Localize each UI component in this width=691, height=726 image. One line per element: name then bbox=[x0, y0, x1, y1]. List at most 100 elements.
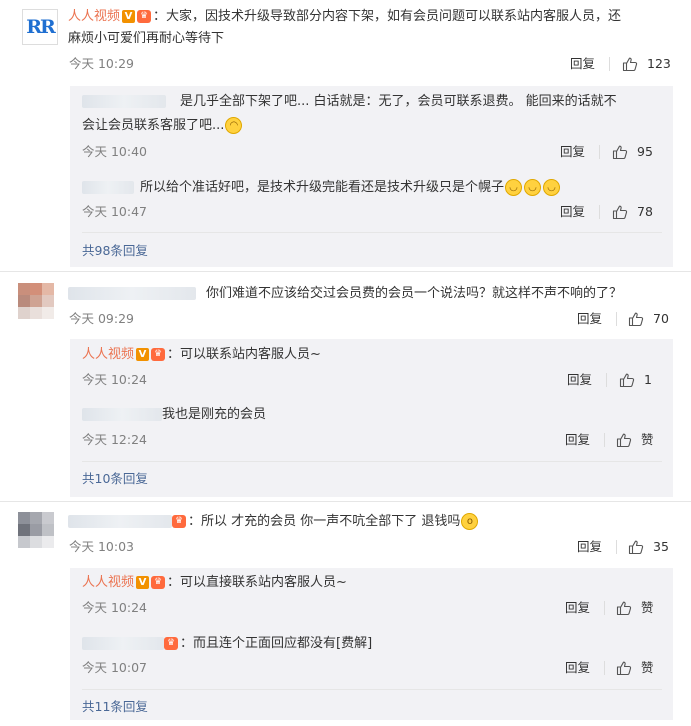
divider bbox=[606, 373, 607, 387]
logo-text: RR bbox=[26, 16, 56, 38]
divider bbox=[599, 205, 600, 219]
smile-emoji-icon: ◡ bbox=[524, 179, 542, 196]
reply-thread bbox=[70, 86, 673, 267]
reply-text: 是几乎全部下架了吧... 白话就是：无了，会员可联系退费。 能回来的话就不 bbox=[82, 92, 617, 112]
divider bbox=[82, 461, 662, 462]
reply-text: 所以给个准话好吧，是技术升级完能看还是技术升级只是个幌子 ◡ ◡ ◡ bbox=[82, 178, 561, 198]
username-link[interactable]: 人人视频 bbox=[82, 575, 134, 590]
thumb-up-icon bbox=[616, 660, 632, 676]
comment-text: ♛ ：所以 才充的会员 你一声不吭全部下了 退钱吗 o bbox=[68, 512, 479, 532]
verified-v-icon: V bbox=[136, 348, 150, 361]
reply-time: 今天 12:24 bbox=[82, 432, 147, 447]
reply-button[interactable]: 回复 bbox=[565, 432, 590, 448]
divider bbox=[599, 145, 600, 159]
comment-divider bbox=[0, 501, 691, 502]
divider bbox=[609, 57, 610, 71]
fan-medal-icon: ♛ bbox=[151, 576, 166, 589]
thumb-up-icon bbox=[619, 372, 635, 388]
comment-time: 今天 10:29 bbox=[69, 56, 134, 71]
divider bbox=[82, 689, 662, 690]
like-count: 35 bbox=[653, 539, 669, 554]
thumb-up-icon bbox=[612, 144, 628, 160]
blurred-username[interactable] bbox=[68, 287, 196, 300]
like-button[interactable]: 赞 bbox=[616, 600, 654, 616]
smile-emoji-icon: ◡ bbox=[505, 179, 523, 196]
reply-text: 我也是刚充的会员 bbox=[82, 405, 266, 425]
reply-button[interactable]: 回复 bbox=[560, 204, 585, 220]
reply-time: 今天 10:24 bbox=[82, 372, 147, 387]
like-button[interactable]: 赞 bbox=[616, 432, 654, 448]
like-count: 1 bbox=[644, 372, 652, 387]
comment-time: 今天 09:29 bbox=[69, 311, 134, 326]
comment-time: 今天 10:03 bbox=[69, 539, 134, 554]
divider bbox=[604, 661, 605, 675]
reply-time: 今天 10:47 bbox=[82, 204, 147, 219]
smile-emoji-icon: ◡ bbox=[543, 179, 561, 196]
reply-button[interactable]: 回复 bbox=[570, 56, 595, 72]
reply-text: ♛ ：而且连个正面回应都没有[费解] bbox=[82, 634, 372, 654]
like-button[interactable]: 70 bbox=[628, 311, 669, 327]
thumb-up-icon bbox=[616, 432, 632, 448]
reply-button[interactable]: 回复 bbox=[567, 372, 592, 388]
like-button[interactable]: 78 bbox=[612, 204, 653, 220]
divider bbox=[604, 601, 605, 615]
fan-medal-icon: ♛ bbox=[172, 515, 186, 528]
comment-text: 你们难道不应该给交过会员费的会员一个说法吗？就这样不声不响的了？ bbox=[68, 284, 622, 304]
thumb-up-icon bbox=[612, 204, 628, 220]
like-button[interactable]: 123 bbox=[622, 56, 671, 72]
fan-medal-icon: ♛ bbox=[151, 348, 166, 361]
like-button[interactable]: 35 bbox=[628, 539, 669, 555]
fan-medal-icon: ♛ bbox=[137, 10, 152, 23]
more-replies-link[interactable]: 共11条回复 bbox=[82, 699, 148, 715]
thumb-up-icon bbox=[628, 539, 644, 555]
username-link[interactable]: 人人视频 bbox=[68, 9, 120, 24]
more-replies-link[interactable]: 共10条回复 bbox=[82, 471, 148, 487]
verified-v-icon: V bbox=[136, 576, 150, 589]
blurred-username[interactable] bbox=[68, 515, 172, 528]
reply-button[interactable]: 回复 bbox=[565, 600, 590, 616]
like-button[interactable]: 赞 bbox=[616, 660, 654, 676]
like-label: 赞 bbox=[641, 600, 654, 615]
reply-text: 人人视频 V ♛ ：可以联系站内客服人员~ bbox=[82, 347, 321, 362]
blurred-username[interactable] bbox=[82, 95, 166, 108]
thumb-up-icon bbox=[622, 56, 638, 72]
surprised-emoji-icon: o bbox=[461, 513, 479, 530]
like-count: 95 bbox=[637, 144, 653, 159]
reply-time: 今天 10:40 bbox=[82, 144, 147, 159]
fan-medal-icon: ♛ bbox=[164, 637, 178, 650]
reply-button[interactable]: 回复 bbox=[560, 144, 585, 160]
like-label: 赞 bbox=[641, 660, 654, 675]
comment-text-line2: 麻烦小可爱们再耐心等待下 bbox=[68, 31, 225, 46]
avatar[interactable] bbox=[18, 283, 54, 319]
reply-button[interactable]: 回复 bbox=[577, 539, 602, 555]
like-button[interactable]: 1 bbox=[619, 372, 652, 388]
blurred-username[interactable] bbox=[82, 408, 162, 421]
like-count: 123 bbox=[647, 56, 671, 71]
avatar[interactable] bbox=[18, 512, 54, 548]
like-count: 78 bbox=[637, 204, 653, 219]
thumb-up-icon bbox=[628, 311, 644, 327]
reply-button[interactable]: 回复 bbox=[565, 660, 590, 676]
divider bbox=[616, 540, 617, 554]
reply-time: 今天 10:24 bbox=[82, 600, 147, 615]
verified-v-icon: V bbox=[122, 10, 136, 23]
avatar[interactable]: RR bbox=[22, 9, 58, 45]
more-replies-link[interactable]: 共98条回复 bbox=[82, 243, 148, 259]
reply-text: 人人视频 V ♛ ：可以直接联系站内客服人员~ bbox=[82, 575, 347, 590]
divider bbox=[604, 433, 605, 447]
sweat-smile-emoji-icon: ◠ bbox=[225, 117, 243, 134]
like-button[interactable]: 95 bbox=[612, 144, 653, 160]
divider bbox=[82, 232, 662, 233]
blurred-username[interactable] bbox=[82, 637, 164, 650]
reply-time: 今天 10:07 bbox=[82, 660, 147, 675]
thumb-up-icon bbox=[616, 600, 632, 616]
like-count: 70 bbox=[653, 311, 669, 326]
like-label: 赞 bbox=[641, 432, 654, 447]
blurred-username[interactable] bbox=[82, 181, 134, 194]
reply-text-line2: 会让会员联系客服了吧... ◠ bbox=[82, 116, 243, 136]
comment-text: 人人视频 V ♛ ：大家，因技术升级导致部分内容下架，如有会员问题可以联系站内客服人员… bbox=[68, 9, 622, 24]
reply-button[interactable]: 回复 bbox=[577, 311, 602, 327]
comment-divider bbox=[0, 271, 691, 272]
divider bbox=[616, 312, 617, 326]
username-link[interactable]: 人人视频 bbox=[82, 347, 134, 362]
